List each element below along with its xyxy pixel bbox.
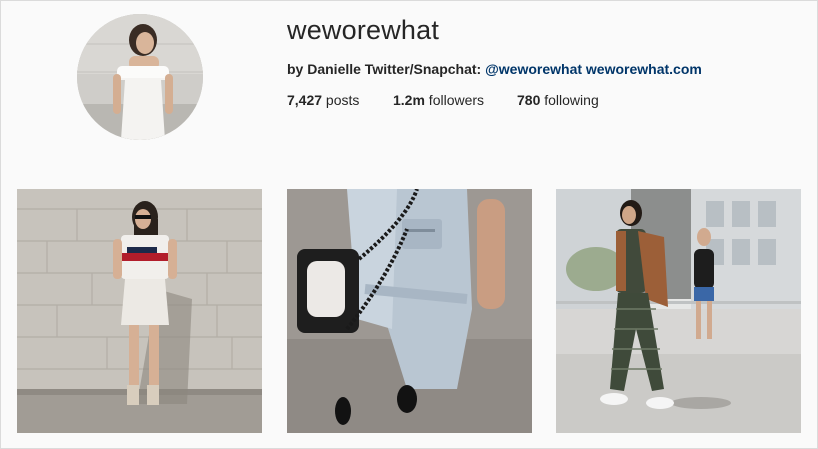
- posts-number: 7,427: [287, 92, 323, 108]
- post-tile-1[interactable]: [17, 189, 262, 433]
- photo-tile-icon: [287, 189, 532, 433]
- bio-text: by Danielle Twitter/Snapchat:: [287, 61, 486, 77]
- followers-label: followers: [424, 92, 485, 108]
- profile-avatar[interactable]: [77, 14, 203, 140]
- post-tile-2[interactable]: [287, 189, 532, 433]
- following-count[interactable]: 780 following: [517, 92, 599, 108]
- followers-number: 1.2m: [393, 92, 425, 108]
- avatar-photo-icon: [77, 14, 203, 140]
- post-tile-3[interactable]: [556, 189, 801, 433]
- following-number: 780: [517, 92, 541, 108]
- following-label: following: [540, 92, 599, 108]
- posts-count[interactable]: 7,427 posts: [287, 92, 393, 108]
- posts-label: posts: [322, 92, 360, 108]
- profile-username: weworewhat: [287, 15, 440, 45]
- photo-tile-icon: [17, 189, 262, 433]
- profile-page: weworewhat by Danielle Twitter/Snapchat:…: [0, 0, 818, 449]
- followers-count[interactable]: 1.2m followers: [393, 92, 517, 108]
- photo-tile-icon: [556, 189, 801, 433]
- profile-bio: by Danielle Twitter/Snapchat: @weworewha…: [287, 61, 702, 77]
- bio-website-link[interactable]: weworewhat.com: [586, 61, 702, 77]
- bio-handle-link[interactable]: @weworewhat: [485, 61, 582, 77]
- profile-stats: 7,427 posts 1.2m followers 780 following: [287, 92, 599, 108]
